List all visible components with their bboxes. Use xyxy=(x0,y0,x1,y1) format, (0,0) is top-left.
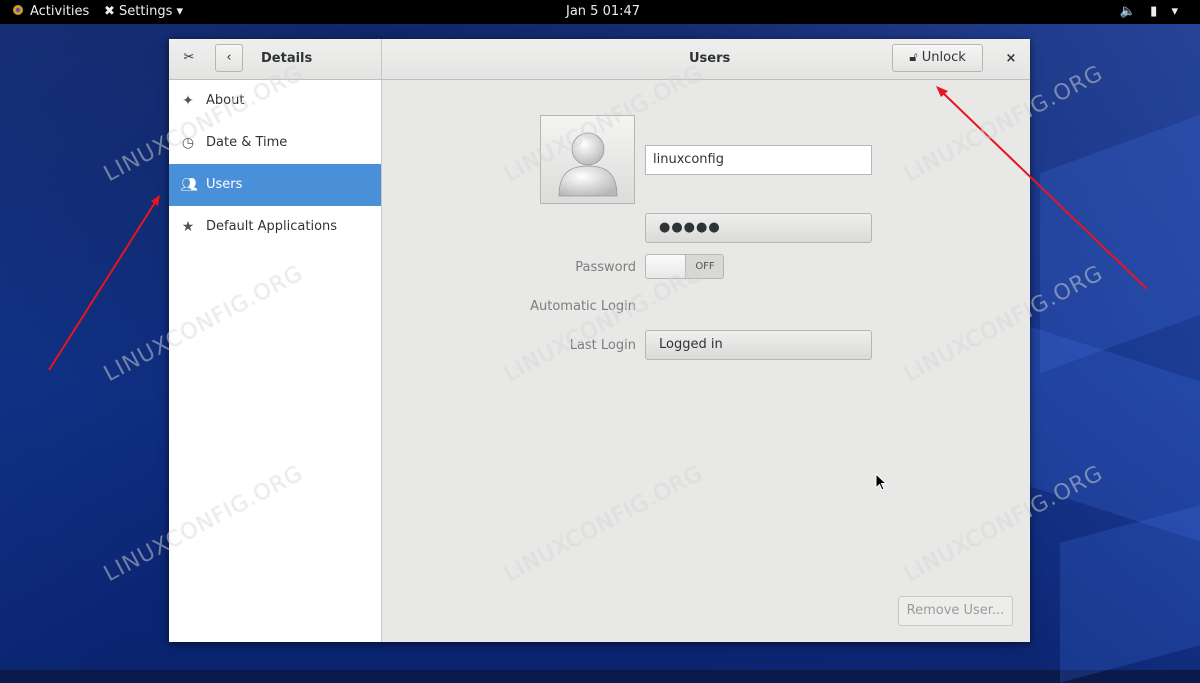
last-login-label: Last Login xyxy=(569,338,636,353)
automatic-login-switch[interactable]: OFF xyxy=(645,254,724,279)
password-button[interactable]: ●●●●● xyxy=(645,213,872,243)
tools-icon: ✂ xyxy=(183,50,195,65)
header-bar: ✂ ‹ Details Users 🔓︎ Unlock × xyxy=(169,39,1030,80)
system-tray[interactable]: 🔈 ▮ ▾ xyxy=(1110,0,1178,24)
clock-icon: ◷ xyxy=(181,135,195,151)
close-button[interactable]: × xyxy=(1001,39,1021,79)
menu-caret-icon: ▾ xyxy=(176,4,184,19)
system-menu-caret-icon: ▾ xyxy=(1171,4,1178,19)
wrench-icon: ✖ xyxy=(104,4,115,19)
lock-icon: 🔓︎ xyxy=(909,50,918,65)
users-panel: linuxconfig Password ●●●●● Automatic Log… xyxy=(382,80,1030,642)
sidebar-item-date-time[interactable]: ◷ Date & Time xyxy=(169,122,381,164)
automatic-login-label: Automatic Login xyxy=(530,299,636,314)
activities-label: Activities xyxy=(30,4,90,19)
sparkle-icon: ✦ xyxy=(182,93,194,109)
sidebar: ✦ About ◷ Date & Time 👥︎ Users ★ Default… xyxy=(169,80,382,642)
app-menu-button[interactable]: ✖ Settings ▾ xyxy=(104,0,183,24)
avatar-silhouette-icon xyxy=(558,132,618,197)
sidebar-item-about[interactable]: ✦ About xyxy=(169,80,381,122)
window-title: Users xyxy=(689,51,731,66)
sidebar-item-label: Users xyxy=(206,177,243,192)
username-field[interactable]: linuxconfig xyxy=(645,145,872,175)
mouse-pointer-icon xyxy=(875,473,888,491)
activities-button[interactable]: Activities xyxy=(12,0,89,24)
chevron-left-icon: ‹ xyxy=(226,50,232,65)
sidebar-item-default-applications[interactable]: ★ Default Applications xyxy=(169,206,381,248)
top-bar: Activities ✖ Settings ▾ Jan 5 01:47 🔈 ▮ … xyxy=(0,0,1200,24)
sidebar-item-label: About xyxy=(206,93,245,108)
back-button[interactable]: ‹ xyxy=(215,44,243,72)
sidebar-item-label: Default Applications xyxy=(206,219,338,234)
sidebar-header: ✂ ‹ Details xyxy=(169,39,382,79)
last-login-button[interactable]: Logged in xyxy=(645,330,872,360)
tools-button[interactable]: ✂ xyxy=(175,44,203,72)
sidebar-item-users[interactable]: 👥︎ Users xyxy=(169,164,381,206)
battery-icon: ▮ xyxy=(1150,4,1158,19)
star-icon: ★ xyxy=(181,219,195,235)
settings-window: ✂ ‹ Details Users 🔓︎ Unlock × ✦ About ◷ … xyxy=(169,39,1030,642)
switch-knob xyxy=(646,255,686,278)
users-icon: 👥︎ xyxy=(180,177,198,193)
volume-icon: 🔈 xyxy=(1119,4,1137,19)
user-avatar-button[interactable] xyxy=(540,115,635,204)
clock[interactable]: Jan 5 01:47 xyxy=(566,0,640,24)
sidebar-title: Details xyxy=(261,51,313,66)
switch-state-label: OFF xyxy=(695,261,715,272)
app-menu-label: Settings xyxy=(119,4,173,19)
remove-user-button[interactable]: Remove User... xyxy=(898,596,1013,626)
unlock-label: Unlock xyxy=(921,50,966,65)
distro-logo-icon xyxy=(13,5,23,15)
unlock-button[interactable]: 🔓︎ Unlock xyxy=(892,44,983,72)
password-label: Password xyxy=(575,260,636,275)
sidebar-item-label: Date & Time xyxy=(206,135,288,150)
